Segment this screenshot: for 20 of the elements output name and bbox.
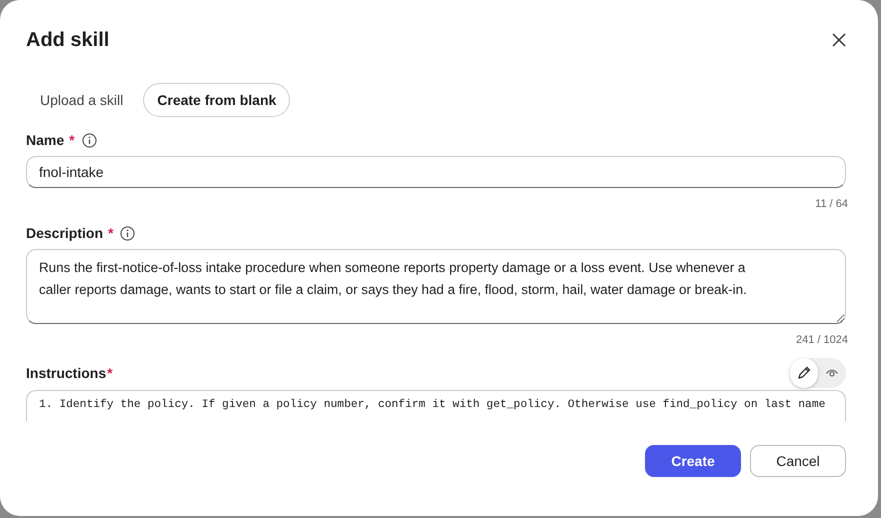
required-mark: *	[108, 225, 114, 241]
field-label: Description	[26, 225, 104, 241]
field-label: Name	[26, 132, 64, 148]
character-counter: 11 / 64	[814, 198, 848, 210]
create-button[interactable]: Create	[645, 445, 741, 477]
description-field[interactable]: Runs the first-notice-of-loss intake procedure when someone reports property damage or a loss event. Use whenever a caller reports damage, wants to start or file a claim, or says they had a fire, flood, storm, hail, water damage or break-in.	[26, 249, 846, 324]
pencil-icon[interactable]	[790, 358, 818, 388]
tab[interactable]: Upload a skill	[26, 83, 138, 117]
character-counter: 241 / 1024	[795, 334, 848, 346]
field-label: Instructions	[26, 365, 106, 381]
cancel-button[interactable]: Cancel	[750, 445, 846, 477]
close-icon[interactable]	[831, 32, 847, 48]
name-field[interactable]: fnol-intake	[26, 156, 846, 188]
instructions-field[interactable]: 1. Identify the policy. If given a policy number, confirm it with get_policy. Otherwise use find_policy on last name	[26, 390, 846, 421]
tab[interactable]: Create from blank	[143, 83, 290, 117]
info-icon[interactable]	[82, 132, 97, 148]
required-mark: *	[107, 365, 113, 381]
info-icon[interactable]	[120, 226, 136, 240]
dialog-title: Add skill	[26, 28, 110, 52]
required-mark: *	[69, 132, 75, 148]
